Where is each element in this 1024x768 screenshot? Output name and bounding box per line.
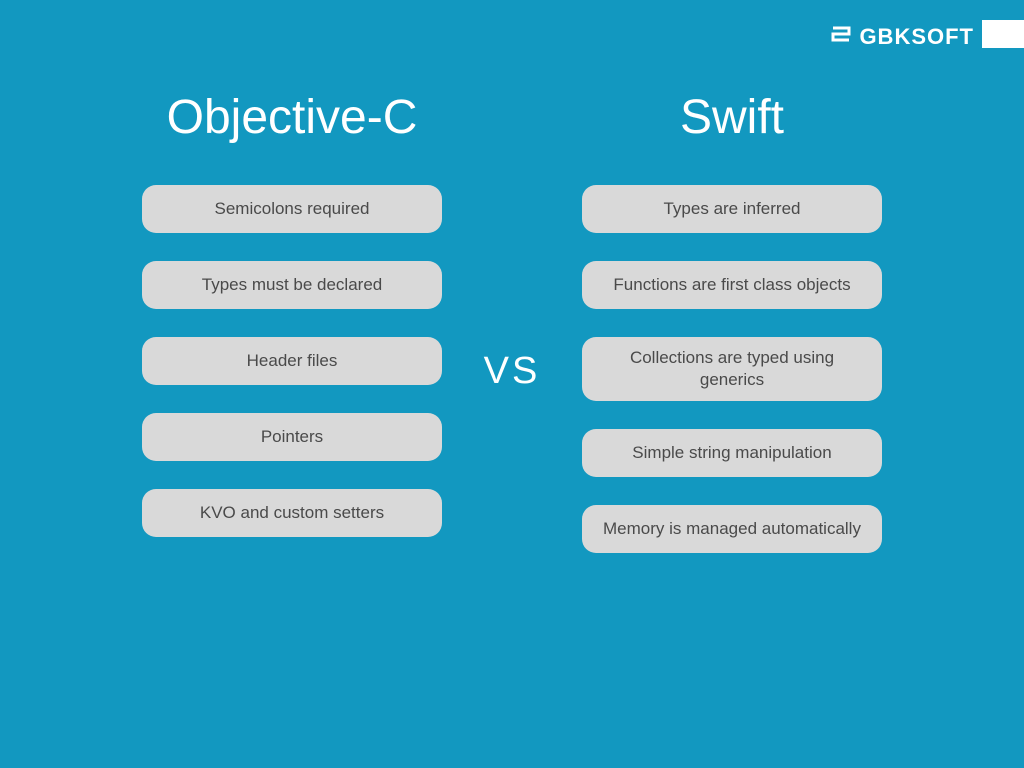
divider-container: VS xyxy=(482,90,542,393)
brand-logo-icon xyxy=(829,22,853,52)
left-item: Header files xyxy=(142,337,442,385)
left-item: KVO and custom setters xyxy=(142,489,442,537)
right-item: Functions are first class objects xyxy=(582,261,882,309)
brand-decorative-strip xyxy=(982,20,1024,48)
vs-divider-text: VS xyxy=(484,350,541,393)
right-item: Types are inferred xyxy=(582,185,882,233)
right-item: Collections are typed using generics xyxy=(582,337,882,401)
comparison-container: Objective-C Semicolons required Types mu… xyxy=(0,0,1024,581)
right-item: Memory is managed automatically xyxy=(582,505,882,553)
right-column: Swift Types are inferred Functions are f… xyxy=(562,90,902,581)
left-column-title: Objective-C xyxy=(167,90,418,145)
left-column: Objective-C Semicolons required Types mu… xyxy=(122,90,462,565)
left-item: Pointers xyxy=(142,413,442,461)
brand-logo: GBKSOFT xyxy=(829,22,974,52)
left-item: Types must be declared xyxy=(142,261,442,309)
right-column-title: Swift xyxy=(680,90,784,145)
left-item: Semicolons required xyxy=(142,185,442,233)
right-item: Simple string manipulation xyxy=(582,429,882,477)
brand-name: GBKSOFT xyxy=(859,24,974,50)
